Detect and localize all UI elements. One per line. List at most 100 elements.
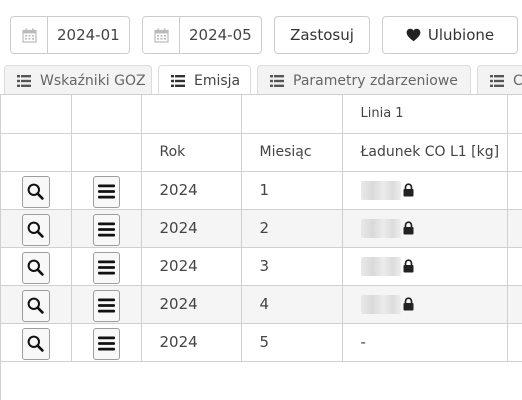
date-from-picker[interactable]: 2024-01 bbox=[10, 16, 130, 54]
cell-miesiac: 2 bbox=[241, 209, 343, 248]
view-button[interactable] bbox=[21, 175, 50, 208]
calendar-icon[interactable] bbox=[11, 17, 48, 53]
tab-bar: Wskaźniki GOZ Emisja Parametry zdarzenio… bbox=[0, 65, 522, 95]
menu-icon bbox=[97, 184, 115, 199]
rok-value: 2024 bbox=[159, 181, 198, 199]
rok-value: 2024 bbox=[159, 333, 198, 351]
column-header-miesiac[interactable]: Miesiąc bbox=[241, 133, 343, 172]
column-header-ladunek-co[interactable]: Ładunek CO L1 [kg] bbox=[342, 133, 508, 172]
calendar-icon[interactable] bbox=[143, 17, 180, 53]
tab-parametry-zdarzeniowe[interactable]: Parametry zdarzeniowe bbox=[257, 65, 471, 95]
menu-icon bbox=[97, 336, 115, 351]
cell-next bbox=[507, 247, 522, 286]
search-icon bbox=[27, 221, 44, 238]
search-icon bbox=[27, 297, 44, 314]
cell-rok: 2024 bbox=[141, 247, 242, 286]
table-row: 2024 3 bbox=[1, 247, 522, 286]
search-icon bbox=[27, 183, 44, 200]
list-icon bbox=[17, 74, 31, 87]
view-button[interactable] bbox=[21, 289, 50, 322]
menu-icon bbox=[97, 260, 115, 275]
cell-next bbox=[507, 171, 522, 210]
table-row: 2024 1 bbox=[1, 171, 522, 210]
view-button[interactable] bbox=[21, 213, 50, 246]
list-icon bbox=[171, 74, 185, 87]
date-to-picker[interactable]: 2024-05 bbox=[142, 16, 262, 54]
row-menu-button[interactable] bbox=[92, 175, 120, 208]
cell-next bbox=[507, 323, 522, 362]
search-icon bbox=[27, 259, 44, 276]
apply-button-label: Zastosuj bbox=[290, 26, 354, 44]
tab-wskazniki-goz[interactable]: Wskaźniki GOZ bbox=[4, 65, 152, 95]
row-menu-button[interactable] bbox=[92, 289, 120, 322]
masked-value bbox=[360, 294, 401, 314]
view-cell bbox=[1, 247, 72, 286]
cell-ladunek-co bbox=[342, 209, 508, 248]
ladunek-value: - bbox=[360, 333, 366, 351]
masked-value bbox=[360, 256, 401, 276]
cell-rok: 2024 bbox=[141, 285, 242, 324]
tab-overflow[interactable]: C bbox=[477, 65, 522, 95]
view-cell bbox=[1, 323, 72, 362]
column-header-row: Rok Miesiąc Ładunek CO L1 [kg] bbox=[1, 133, 522, 172]
menu-cell bbox=[71, 323, 142, 362]
menu-cell bbox=[71, 171, 142, 210]
row-menu-button[interactable] bbox=[92, 327, 120, 360]
menu-icon bbox=[97, 298, 115, 313]
cell-ladunek-co: - bbox=[342, 323, 508, 362]
lock-icon bbox=[403, 221, 414, 235]
cell-rok: 2024 bbox=[141, 209, 242, 248]
tab-label: C bbox=[513, 72, 522, 89]
miesiac-value: 1 bbox=[259, 181, 270, 199]
miesiac-value: 5 bbox=[259, 333, 270, 351]
cell-rok: 2024 bbox=[141, 323, 242, 362]
list-icon bbox=[490, 74, 504, 87]
cell-miesiac: 5 bbox=[241, 323, 343, 362]
cell-next bbox=[507, 209, 522, 248]
tab-emisja[interactable]: Emisja bbox=[158, 65, 251, 95]
cell-miesiac: 3 bbox=[241, 247, 343, 286]
favorites-button[interactable]: Ulubione bbox=[382, 16, 518, 54]
cell-rok: 2024 bbox=[141, 171, 242, 210]
cell-ladunek-co bbox=[342, 285, 508, 324]
tab-label: Wskaźniki GOZ bbox=[40, 72, 146, 89]
menu-cell bbox=[71, 285, 142, 324]
header-cell bbox=[507, 95, 522, 134]
masked-value bbox=[360, 218, 401, 238]
column-header-menu bbox=[71, 133, 142, 172]
apply-button[interactable]: Zastosuj bbox=[274, 16, 370, 54]
row-menu-button[interactable] bbox=[92, 251, 120, 284]
tab-label: Parametry zdarzeniowe bbox=[293, 72, 458, 89]
menu-cell bbox=[71, 247, 142, 286]
miesiac-value: 2 bbox=[259, 219, 270, 237]
date-from-value[interactable]: 2024-01 bbox=[48, 17, 129, 53]
header-cell bbox=[241, 95, 343, 134]
row-menu-button[interactable] bbox=[92, 213, 120, 246]
miesiac-value: 3 bbox=[259, 257, 270, 275]
header-cell bbox=[1, 95, 72, 134]
view-cell bbox=[1, 285, 72, 324]
lock-icon bbox=[403, 297, 414, 311]
view-button[interactable] bbox=[21, 251, 50, 284]
favorites-button-label: Ulubione bbox=[427, 26, 495, 44]
table-row: 2024 2 bbox=[1, 209, 522, 248]
menu-cell bbox=[71, 209, 142, 248]
column-header-view bbox=[1, 133, 72, 172]
cell-miesiac: 4 bbox=[241, 285, 343, 324]
view-button[interactable] bbox=[21, 327, 50, 360]
rok-value: 2024 bbox=[159, 295, 198, 313]
miesiac-value: 4 bbox=[259, 295, 270, 313]
column-header-rok[interactable]: Rok bbox=[141, 133, 242, 172]
column-header-next bbox=[507, 133, 522, 172]
data-grid: Linia 1 Rok Miesiąc Ładunek CO L1 [kg] 2… bbox=[0, 94, 522, 400]
header-cell bbox=[71, 95, 142, 134]
view-cell bbox=[1, 209, 72, 248]
cell-ladunek-co bbox=[342, 247, 508, 286]
rok-value: 2024 bbox=[159, 257, 198, 275]
cell-miesiac: 1 bbox=[241, 171, 343, 210]
lock-icon bbox=[403, 259, 414, 273]
rok-value: 2024 bbox=[159, 219, 198, 237]
table-row: 2024 4 bbox=[1, 285, 522, 324]
masked-value bbox=[360, 180, 401, 200]
date-to-value[interactable]: 2024-05 bbox=[180, 17, 261, 53]
